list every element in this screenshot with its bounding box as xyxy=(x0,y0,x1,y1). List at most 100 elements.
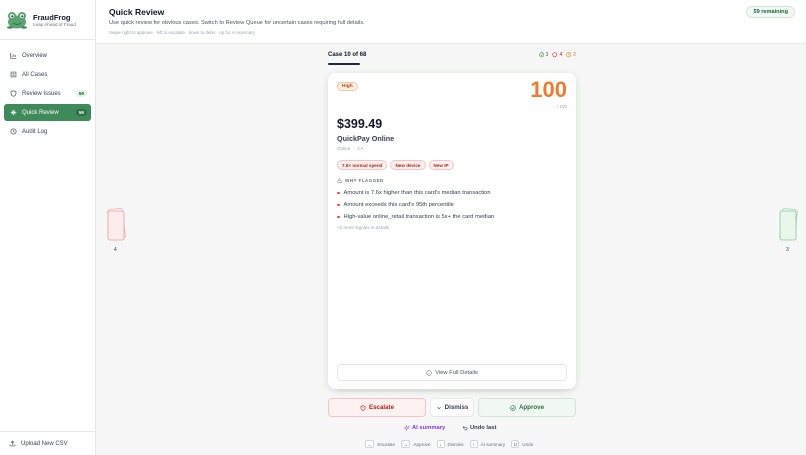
keyboard-shortcuts: ← Escalate → Approve ↓ Dismiss ↑ AI summ… xyxy=(365,440,536,448)
flag-reason-text: Amount exceeds this card's 95th percenti… xyxy=(343,202,454,208)
chevron-down-icon xyxy=(436,406,441,409)
ai-summary-label: AI summary xyxy=(412,425,446,431)
escalate-button[interactable]: Escalate xyxy=(328,398,426,417)
shortcut-label: Approve xyxy=(413,441,431,447)
signal-tag: 7.6× normal spend xyxy=(337,160,388,170)
signal-tag: New device xyxy=(390,160,426,170)
flag-reason: Amount exceeds this card's 95th percenti… xyxy=(337,199,494,211)
case-counter: Case 10 of 68 xyxy=(328,52,367,58)
bullet-icon xyxy=(337,203,340,207)
dismiss-label: Dismiss xyxy=(444,404,469,411)
shield-icon xyxy=(9,90,17,98)
upload-label: Upload New CSV xyxy=(21,440,68,447)
view-full-details-label: View Full Details xyxy=(435,369,478,376)
view-full-details-button[interactable]: View Full Details xyxy=(337,364,567,381)
brand[interactable]: FraudFrog Leap Ahead of Fraud xyxy=(0,0,95,40)
flag-reasons: Amount is 7.6x higher than this card's m… xyxy=(337,187,494,223)
sidebar-item-label: Review Issues xyxy=(22,90,61,97)
shortcut-label: Escalate xyxy=(377,441,396,447)
sidebar-nav: Overview All Cases Review Issues 59 Quic… xyxy=(0,40,95,140)
dismiss-button[interactable]: Dismiss xyxy=(430,398,474,417)
approve-button[interactable]: Approve xyxy=(478,398,576,417)
bullet-icon xyxy=(337,191,340,195)
count-badge: 59 xyxy=(75,90,87,97)
clock-icon xyxy=(566,52,572,58)
risk-score: 100 xyxy=(530,77,567,102)
brand-tagline: Leap Ahead of Fraud xyxy=(33,21,76,27)
upload-icon xyxy=(9,440,16,447)
flag-reason-text: Amount is 7.6x higher than this card's m… xyxy=(343,190,491,196)
sidebar-item-label: All Cases xyxy=(22,71,48,78)
region: CA xyxy=(357,146,364,151)
ai-summary-button[interactable]: AI summary xyxy=(404,423,445,433)
sidebar-item-all-cases[interactable]: All Cases xyxy=(4,66,91,83)
escalated-count: 4 xyxy=(559,52,563,58)
shortcut-key: ↑ xyxy=(469,440,478,448)
shield-alert-icon xyxy=(360,404,366,411)
shield-alert-icon xyxy=(552,52,558,58)
bullet-icon xyxy=(337,215,340,219)
sidebar-item-quick-review[interactable]: Quick Review 59 xyxy=(4,104,91,121)
upload-csv-button[interactable]: Upload New CSV xyxy=(0,431,96,455)
escalate-stack[interactable] xyxy=(106,208,126,247)
check-circle-icon xyxy=(538,52,544,58)
info-icon xyxy=(426,369,432,376)
shortcut-label: Dismiss xyxy=(447,441,464,447)
sidebar-item-overview[interactable]: Overview xyxy=(4,47,91,64)
sidebar-item-label: Overview xyxy=(22,52,48,59)
warning-icon xyxy=(337,178,342,183)
shortcut-key: ↓ xyxy=(436,440,445,448)
approved-count: 3 xyxy=(545,52,549,58)
card-stack-icon xyxy=(779,208,798,241)
sidebar-item-label: Audit Log xyxy=(22,128,48,135)
escalate-label: Escalate xyxy=(368,404,395,411)
shortcut-key: U xyxy=(511,440,520,448)
signal-tag: New IP xyxy=(428,160,454,170)
flag-reason: High-value online_retail transaction is … xyxy=(337,211,494,223)
remaining-badge: 59 remaining xyxy=(746,6,795,18)
signal-tags: 7.6× normal spend New device New IP xyxy=(337,160,454,170)
sidebar-item-label: Quick Review xyxy=(22,109,59,116)
deferred-count: 2 xyxy=(573,52,576,58)
undo-last-button[interactable]: Undo last xyxy=(462,423,496,433)
list-icon xyxy=(9,71,17,79)
session-stats: 3 4 2 xyxy=(538,52,576,58)
card-stack-icon xyxy=(107,208,126,241)
bolt-icon xyxy=(9,109,17,117)
sidebar: FraudFrog Leap Ahead of Fraud Overview A… xyxy=(0,0,96,455)
channel: Online xyxy=(337,146,351,151)
shortcut-key: → xyxy=(401,440,411,448)
history-icon xyxy=(9,128,17,136)
progress-underline xyxy=(328,63,360,65)
approve-label: Approve xyxy=(518,404,545,411)
chart-icon xyxy=(9,52,17,60)
gesture-hint: Swipe right to approve · left to escalat… xyxy=(109,30,255,35)
page-title: Quick Review xyxy=(109,7,165,17)
risk-score-max: / 100 xyxy=(556,104,567,109)
check-circle-icon xyxy=(510,404,516,411)
why-flagged-label: WHY FLAGGED xyxy=(345,178,384,183)
sidebar-item-review-issues[interactable]: Review Issues 59 xyxy=(4,85,91,102)
flag-reason: Amount is 7.6x higher than this card's m… xyxy=(337,187,494,199)
escalated-stat: 4 xyxy=(552,52,562,58)
risk-level-badge: High xyxy=(337,82,358,91)
approved-stat: 3 xyxy=(538,52,549,58)
case-card[interactable]: High 100 / 100 $399.49 QuickPay Online O… xyxy=(328,73,576,389)
brand-name: FraudFrog xyxy=(33,12,71,22)
shortcut-label: AI summary xyxy=(480,441,506,447)
flag-reason-text: High-value online_retail transaction is … xyxy=(343,214,495,220)
deferred-stat: 2 xyxy=(566,52,576,58)
undo-icon xyxy=(462,426,468,431)
approve-stack[interactable] xyxy=(778,208,798,247)
approve-stack-count: 3 xyxy=(786,247,789,253)
sparkle-icon xyxy=(404,425,410,431)
undo-last-label: Undo last xyxy=(470,425,497,431)
page-subtitle: Use quick review for obvious cases. Swit… xyxy=(109,20,365,26)
sidebar-item-audit-log[interactable]: Audit Log xyxy=(4,123,91,140)
transaction-meta: Online CA xyxy=(337,146,364,151)
page-header: Quick Review Use quick review for obviou… xyxy=(96,0,806,44)
escalate-stack-count: 4 xyxy=(114,247,117,253)
shortcut-label: Undo xyxy=(522,441,534,447)
transaction-amount: $399.49 xyxy=(337,117,383,131)
more-signals-note: +2 more signals in details xyxy=(337,225,389,230)
